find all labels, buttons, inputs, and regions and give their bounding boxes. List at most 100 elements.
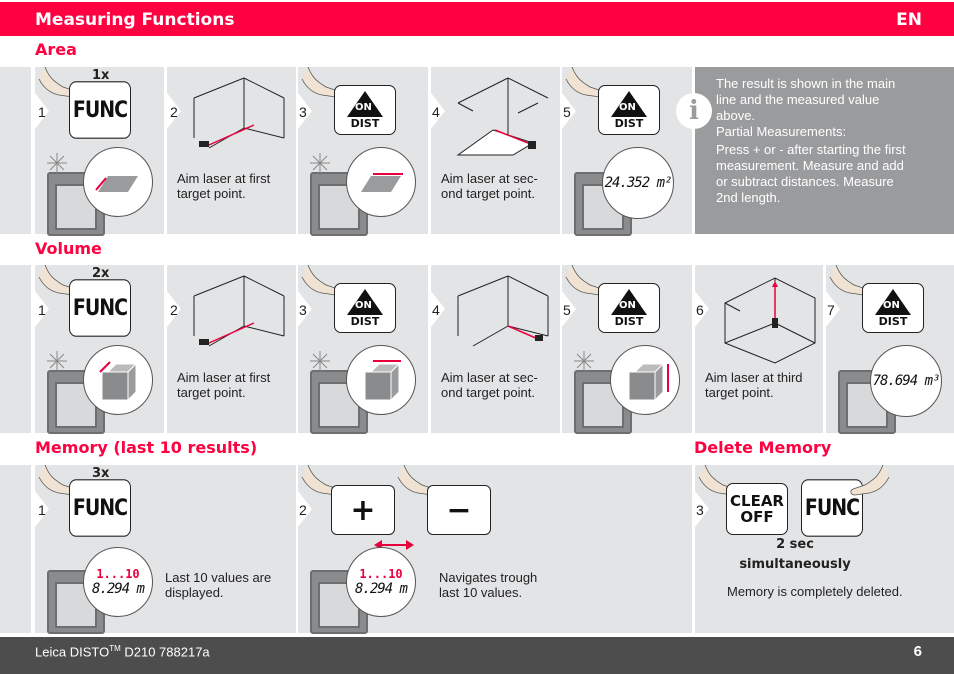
triangle-icon: ON	[875, 288, 911, 315]
area-step-5: 5 ON DIST 24.352 m²	[562, 66, 692, 236]
memory-range: 1...10	[359, 567, 403, 581]
step-number: 2	[170, 104, 178, 120]
volume-step-3: 3 ON DIST	[298, 264, 428, 434]
header-bar: Measuring Functions EN	[0, 2, 954, 36]
triangle-icon: ON	[347, 288, 383, 315]
footer-bar: Leica DISTOTM D210 788217a 6	[0, 637, 954, 674]
hold-duration: 2 sec	[776, 537, 814, 552]
result-value: 24.352 m²	[604, 175, 673, 191]
step-caption: Navigates trough last 10 values.	[439, 570, 538, 600]
step-number: 3	[299, 104, 307, 120]
delete-step: 3 CLEAR OFF FUNC 2 sec simultaneously Mem…	[695, 464, 954, 633]
on-dist-key: ON DIST	[334, 283, 396, 333]
triangle-icon: ON	[611, 288, 647, 315]
room-diagram-icon	[456, 77, 549, 156]
volume-step-6: 6 Aim laser at third target point.	[695, 265, 823, 433]
margin-panel	[0, 465, 31, 633]
memory-range: 1...10	[96, 567, 140, 581]
area-step-3: 3 ON DIST	[298, 66, 428, 236]
volume-step-4: 4 Aim laser at sec-ond target point.	[431, 265, 560, 433]
area-plane-icon	[361, 173, 403, 192]
cube-icon	[364, 360, 401, 402]
step-caption: Aim laser at first target point.	[177, 171, 271, 201]
step-number: 4	[432, 302, 440, 318]
section-title-volume: Volume	[35, 239, 102, 258]
step-caption: Last 10 values are displayed.	[165, 570, 272, 600]
memory-value: 8.294 m	[354, 581, 408, 597]
volume-step-7: 7 ON DIST 78.694 m³	[826, 264, 954, 434]
margin-panel	[0, 67, 31, 234]
room-diagram-icon	[193, 275, 285, 347]
result-value: 78.694 m³	[872, 373, 941, 389]
display-bubble	[346, 345, 416, 415]
cube-icon	[628, 362, 669, 402]
margin-panel	[0, 265, 31, 433]
step-caption: Aim laser at sec-ond target point.	[441, 171, 538, 201]
step-number: 1	[38, 302, 46, 318]
step-number: 4	[432, 104, 440, 120]
display-bubble	[346, 147, 416, 217]
section-title-delete: Delete Memory	[694, 438, 832, 457]
area-step-2: 2 Aim laser at first target point.	[167, 67, 296, 234]
section-title-area: Area	[35, 40, 77, 59]
volume-step-5: 5 ON DIST	[562, 264, 692, 434]
volume-step-2: 2 Aim laser at first target point.	[167, 265, 296, 433]
step-number: 1	[38, 104, 46, 120]
laser-icon	[47, 351, 67, 371]
plus-key: +	[331, 485, 395, 535]
step-caption: Memory is completely deleted.	[727, 584, 903, 599]
display-bubble	[610, 345, 680, 415]
info-icon: i	[676, 93, 712, 129]
memory-bubble: 1...10 8.294 m	[346, 547, 416, 617]
step-number: 7	[827, 302, 835, 318]
step-number: 2	[299, 502, 307, 518]
on-dist-key: ON DIST	[598, 85, 660, 135]
func-key: FUNC	[69, 479, 131, 537]
area-step-1: 1 1x FUNC	[35, 66, 164, 236]
display-bubble	[83, 345, 153, 415]
result-bubble: 78.694 m³	[870, 345, 942, 417]
area-step-4: 4 Aim laser at sec-ond target point.	[431, 67, 560, 234]
memory-bubble: 1...10 8.294 m	[83, 547, 153, 617]
memory-value: 8.294 m	[91, 581, 145, 597]
triangle-icon: ON	[611, 90, 647, 117]
step-number: 6	[696, 302, 704, 318]
step-caption: Aim laser at sec-ond target point.	[441, 370, 538, 400]
result-bubble: 24.352 m²	[602, 147, 674, 219]
page-number: 6	[913, 643, 922, 660]
room-diagram-icon	[457, 275, 549, 347]
memory-step-1: 1 3x FUNC 1...10 8.294 m Last 10 values …	[35, 464, 296, 634]
step-caption: Aim laser at first target point.	[177, 370, 271, 400]
page-title: Measuring Functions	[35, 10, 235, 30]
display-bubble	[83, 147, 153, 217]
step-number: 3	[696, 502, 704, 518]
step-number: 5	[563, 104, 571, 120]
func-key: FUNC	[69, 81, 131, 139]
product-label: Leica DISTOTM D210 788217a	[35, 644, 210, 660]
info-text: The result is shown in the main line and…	[716, 76, 906, 205]
room-diagram-icon	[724, 277, 816, 364]
step-number: 3	[299, 302, 307, 318]
step-caption: Aim laser at third target point.	[705, 370, 803, 400]
step-number: 1	[38, 502, 46, 518]
on-dist-key: ON DIST	[598, 283, 660, 333]
volume-step-1: 1 2x FUNC	[35, 264, 164, 434]
hold-mode: simultaneously	[739, 557, 851, 572]
section-title-memory: Memory (last 10 results)	[35, 438, 258, 457]
room-diagram-icon	[193, 77, 285, 149]
func-key: FUNC	[69, 279, 131, 337]
laser-icon	[310, 351, 330, 371]
laser-icon	[574, 351, 594, 371]
minus-key: −	[427, 485, 491, 535]
on-dist-key: ON DIST	[862, 283, 924, 333]
language-label: EN	[896, 10, 922, 30]
clear-off-key: CLEAR OFF	[726, 483, 788, 535]
cube-icon	[99, 361, 138, 402]
step-number: 2	[170, 302, 178, 318]
on-dist-key: ON DIST	[334, 85, 396, 135]
area-plane-icon	[95, 176, 138, 192]
finger-icon	[850, 464, 890, 496]
memory-step-2: 2 + − 1...10 8.294 m Navigates trough las…	[298, 464, 692, 634]
triangle-icon: ON	[347, 90, 383, 117]
laser-icon	[47, 153, 67, 173]
